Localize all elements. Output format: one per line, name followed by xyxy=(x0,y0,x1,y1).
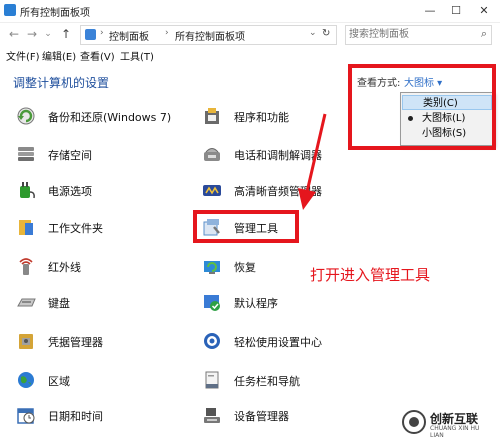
keyboard-icon xyxy=(16,292,36,312)
item-region[interactable]: 区域 xyxy=(16,368,196,394)
infrared-icon xyxy=(16,256,36,276)
control-panel-small-icon xyxy=(85,29,96,40)
item-backup-restore[interactable]: 备份和还原(Windows 7) xyxy=(16,104,196,130)
red-arrow-annotation xyxy=(298,113,327,210)
search-icon[interactable]: ⌕ xyxy=(481,27,487,41)
default-programs-icon xyxy=(202,292,222,312)
recent-locations-button[interactable]: ⌄ xyxy=(40,26,56,42)
hd-audio-manager-icon xyxy=(202,180,222,200)
title-bar: 所有控制面板项 — ☐ ✕ xyxy=(0,0,500,23)
device-manager-icon xyxy=(202,405,222,425)
menu-edit[interactable]: 编辑(E) xyxy=(42,48,76,63)
search-box[interactable]: ⌕ xyxy=(345,25,492,45)
address-dropdown-icon[interactable]: ⌄ xyxy=(309,28,317,38)
item-taskbar-navigation[interactable]: 任务栏和导航 xyxy=(202,368,382,394)
credential-manager-icon xyxy=(16,331,36,351)
address-box[interactable]: › 控制面板 › 所有控制面板项 ⌄ ↻ xyxy=(80,25,337,45)
recovery-icon xyxy=(202,256,222,276)
item-date-time[interactable]: 日期和时间 xyxy=(16,403,196,429)
item-credential-manager[interactable]: 凭据管理器 xyxy=(16,329,196,355)
item-phone-modem[interactable]: 电话和调制解调器 xyxy=(202,142,382,168)
item-ease-of-access[interactable]: 轻松使用设置中心 xyxy=(202,329,382,355)
page-heading: 调整计算机的设置 xyxy=(13,76,110,90)
ease-of-access-icon xyxy=(202,331,222,351)
menu-file[interactable]: 文件(F) xyxy=(6,48,40,63)
watermark-subtitle: CHUANG XIN HU LIAN xyxy=(430,425,480,439)
menu-tools[interactable]: 工具(T) xyxy=(120,48,154,63)
item-device-manager[interactable]: 设备管理器 xyxy=(202,403,382,429)
item-hd-audio-manager[interactable]: 高清晰音频管理器 xyxy=(202,178,382,204)
highlight-box-administrative-tools xyxy=(193,210,299,243)
forward-button[interactable]: → xyxy=(24,26,40,42)
menu-bar: 文件(F) 编辑(E) 查看(V) 工具(T) xyxy=(0,46,500,64)
item-default-programs[interactable]: 默认程序 xyxy=(202,290,382,316)
item-programs-features[interactable]: 程序和功能 xyxy=(202,104,382,130)
storage-spaces-icon xyxy=(16,144,36,164)
breadcrumb-all-items[interactable]: 所有控制面板项 xyxy=(175,28,245,43)
power-options-icon xyxy=(16,180,36,200)
work-folders-icon xyxy=(16,217,36,237)
item-work-folders[interactable]: 工作文件夹 xyxy=(16,215,196,241)
annotation-text: 打开进入管理工具 xyxy=(310,266,431,284)
watermark: 创新互联 CHUANG XIN HU LIAN xyxy=(402,408,494,439)
breadcrumb-control-panel[interactable]: 控制面板 xyxy=(109,28,149,43)
control-panel-icon xyxy=(4,4,16,16)
back-button[interactable]: ← xyxy=(6,26,22,42)
item-power-options[interactable]: 电源选项 xyxy=(16,178,196,204)
address-bar: ← → ⌄ ↑ › 控制面板 › 所有控制面板项 ⌄ ↻ ⌕ xyxy=(0,22,500,46)
maximize-button[interactable]: ☐ xyxy=(446,2,466,20)
backup-restore-icon xyxy=(16,106,36,126)
breadcrumb-separator-icon: › xyxy=(165,28,169,38)
search-input[interactable] xyxy=(349,27,467,41)
minimize-button[interactable]: — xyxy=(420,2,440,20)
taskbar-navigation-icon xyxy=(202,370,222,390)
item-infrared[interactable]: 红外线 xyxy=(16,254,196,280)
window-title: 所有控制面板项 xyxy=(20,8,90,19)
breadcrumb-separator-icon: › xyxy=(100,28,104,38)
date-time-icon xyxy=(16,405,36,425)
programs-features-icon xyxy=(202,106,222,126)
item-storage-spaces[interactable]: 存储空间 xyxy=(16,142,196,168)
close-button[interactable]: ✕ xyxy=(474,2,494,20)
watermark-logo-icon xyxy=(402,410,426,434)
phone-modem-icon xyxy=(202,144,222,164)
region-icon xyxy=(16,370,36,390)
item-keyboard[interactable]: 键盘 xyxy=(16,290,196,316)
menu-view[interactable]: 查看(V) xyxy=(80,48,115,63)
up-button[interactable]: ↑ xyxy=(58,26,74,42)
refresh-button[interactable]: ↻ xyxy=(322,28,330,39)
